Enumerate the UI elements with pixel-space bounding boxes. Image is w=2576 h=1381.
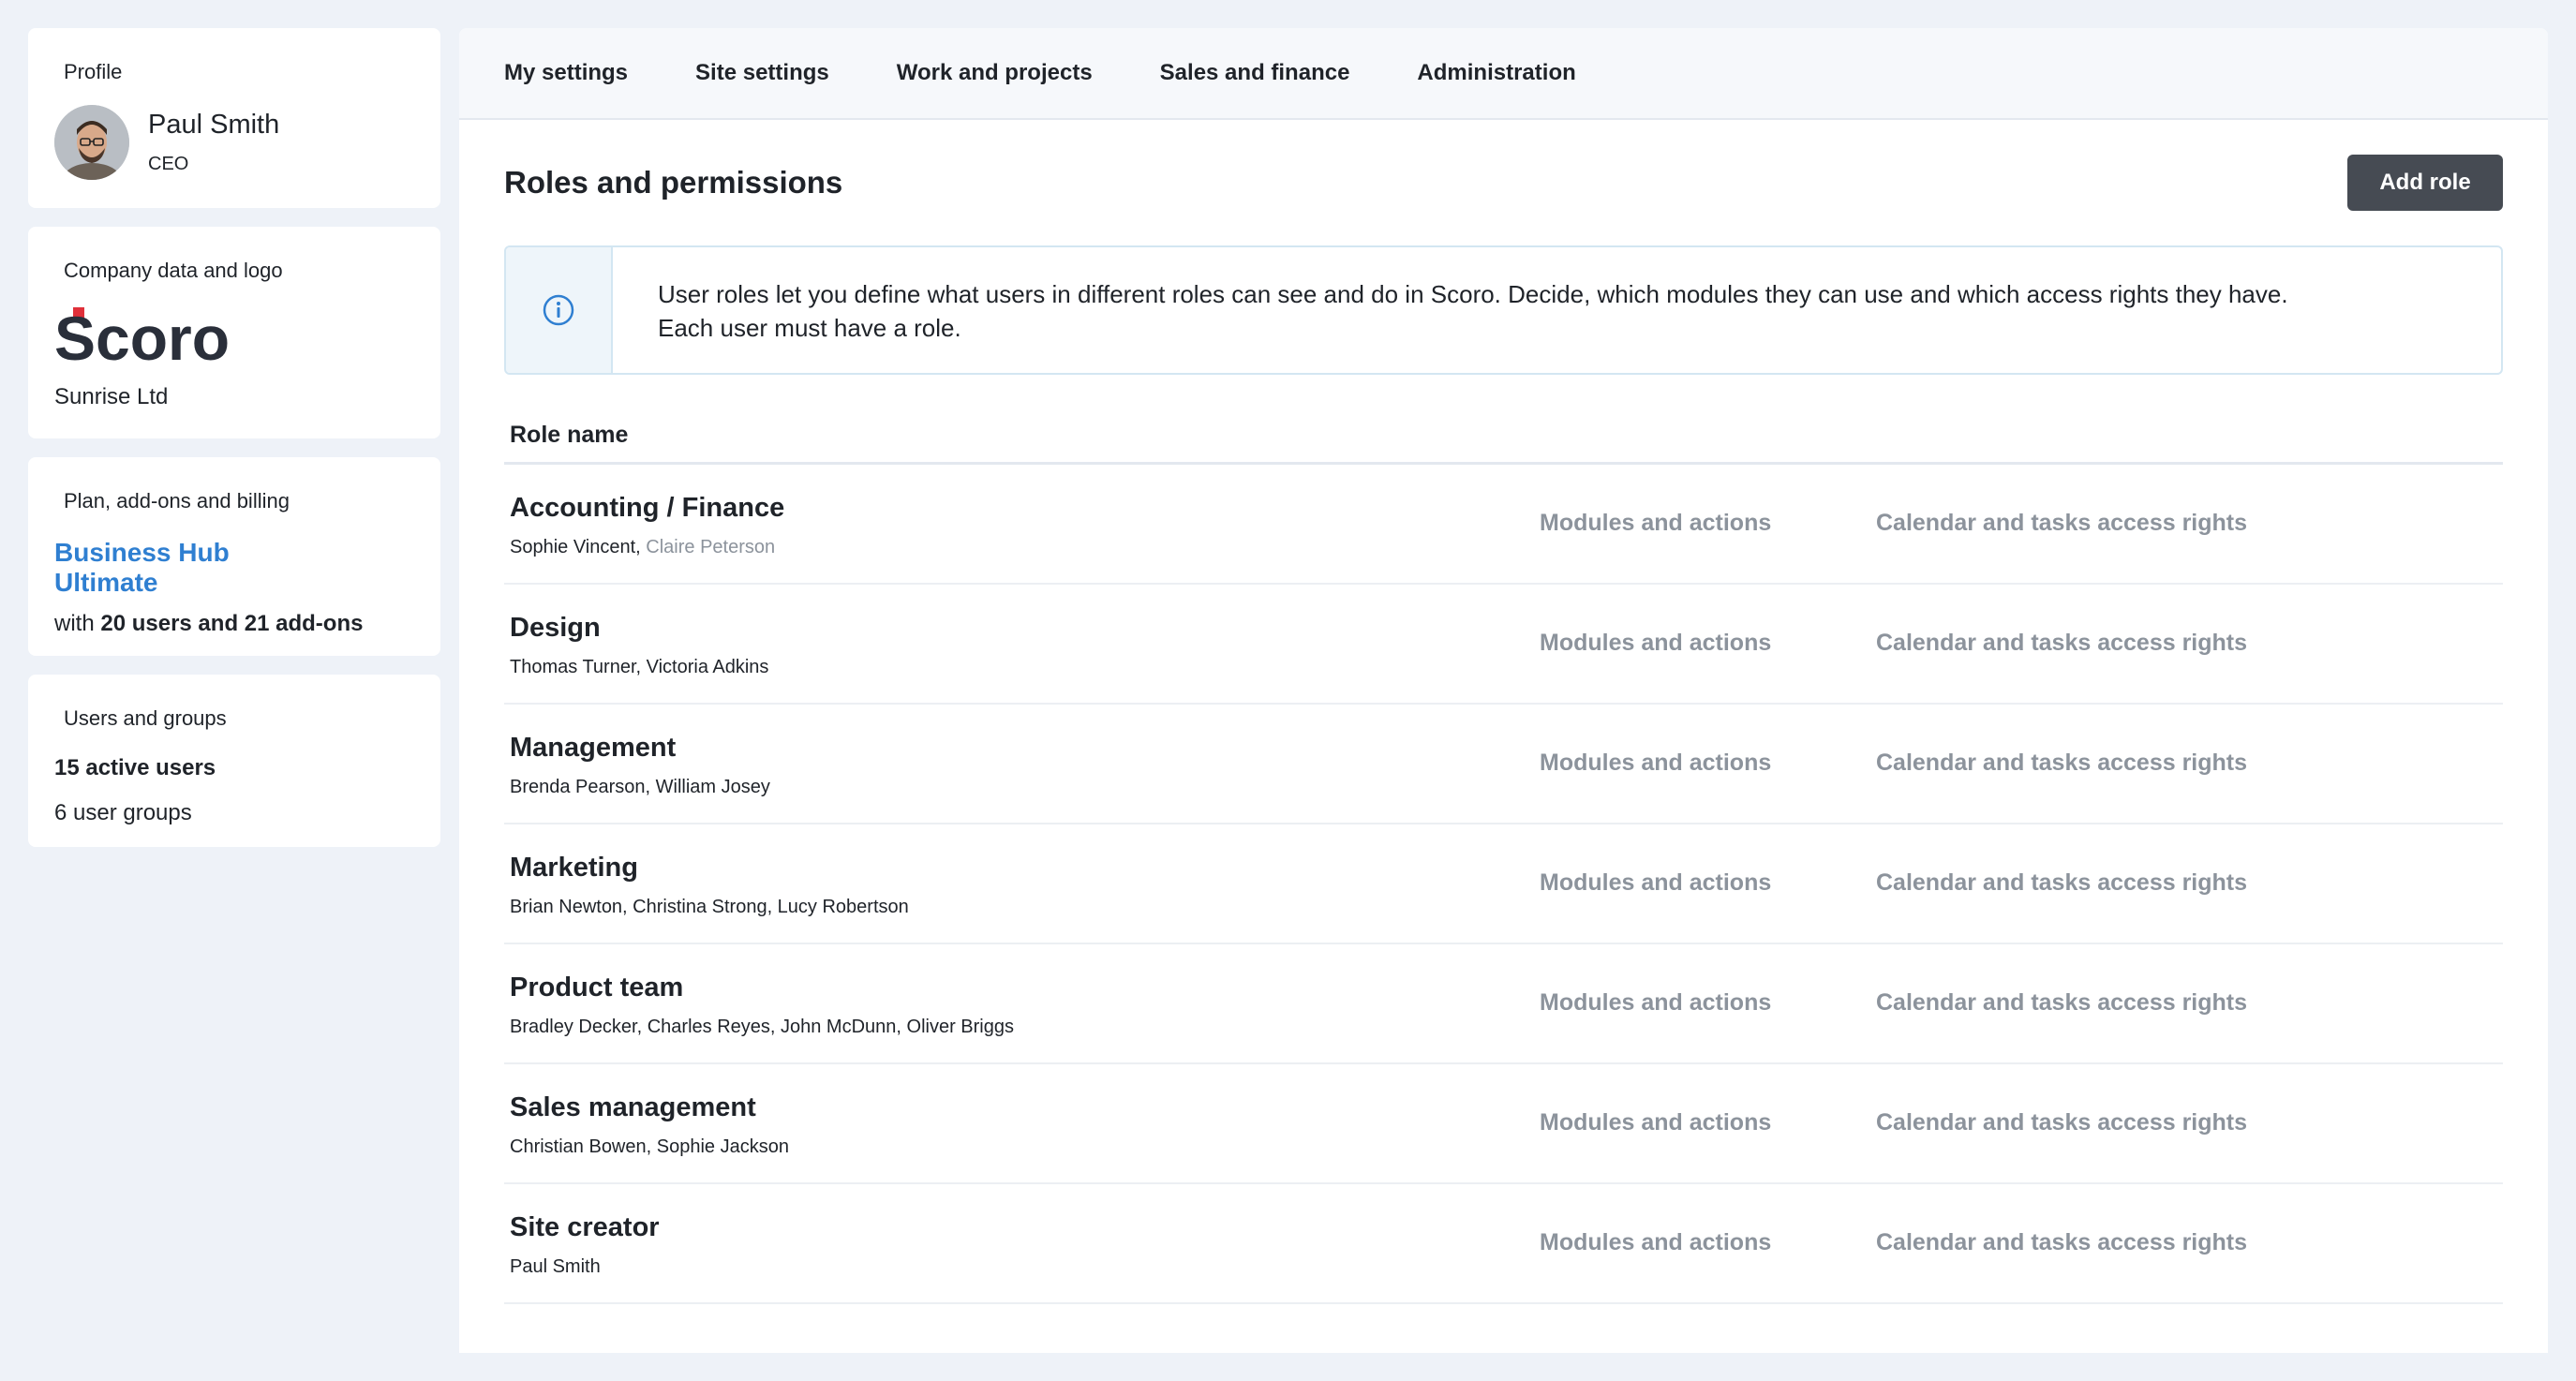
modules-and-actions-link[interactable]: Modules and actions [1540, 1109, 1771, 1136]
page-title: Roles and permissions [504, 165, 843, 200]
info-text: User roles let you define what users in … [613, 247, 2333, 373]
header-row: Roles and permissions Add role [504, 120, 2503, 236]
modules-and-actions-link[interactable]: Modules and actions [1540, 750, 1771, 777]
role-members: Brenda Pearson, William Josey [510, 777, 770, 797]
role-members-muted: Claire Peterson [646, 537, 776, 557]
avatar [54, 105, 129, 180]
users-card-title: Users and groups [64, 706, 227, 730]
role-members: Bradley Decker, Charles Reyes, John McDu… [510, 1017, 1014, 1037]
profile-card[interactable]: Profile Paul Smith CEO [28, 28, 440, 208]
role-members: Sophie Vincent, Claire Peterson [510, 537, 2503, 558]
role-members: Brian Newton, Christina Strong, Lucy Rob… [510, 897, 909, 917]
calendar-access-rights-link[interactable]: Calendar and tasks access rights [1876, 989, 2247, 1017]
table-row[interactable]: Site creator Paul Smith Modules and acti… [504, 1184, 2503, 1304]
roles-list: Accounting / Finance Sophie Vincent, Cla… [504, 465, 2503, 1304]
tab-site-settings[interactable]: Site settings [695, 60, 829, 86]
plan-detail: with 20 users and 21 add-ons [54, 611, 414, 637]
role-members: Thomas Turner, Victoria Adkins [510, 657, 769, 677]
table-row[interactable]: Design Thomas Turner, Victoria Adkins Mo… [504, 585, 2503, 705]
scoro-logo-icon: Scoro [54, 304, 230, 373]
settings-tabs: My settings Site settings Work and proje… [459, 28, 2548, 120]
profile-card-title: Profile [64, 60, 123, 83]
profile-text: Paul Smith CEO [148, 110, 279, 175]
avatar-photo-icon [54, 105, 129, 180]
info-icon-wrap [506, 247, 613, 373]
role-members-text: Sophie Vincent, [510, 537, 647, 557]
company-card[interactable]: Company data and logo Scoro Sunrise Ltd [28, 227, 440, 438]
calendar-access-rights-link[interactable]: Calendar and tasks access rights [1876, 630, 2247, 657]
calendar-access-rights-link[interactable]: Calendar and tasks access rights [1876, 510, 2247, 537]
role-members: Christian Bowen, Sophie Jackson [510, 1136, 789, 1157]
table-row[interactable]: Accounting / Finance Sophie Vincent, Cla… [504, 465, 2503, 585]
plan-card[interactable]: Plan, add-ons and billing Business Hub U… [28, 457, 440, 656]
plan-name-line1: Business Hub [54, 538, 230, 567]
user-groups-count: 6 user groups [54, 800, 192, 825]
calendar-access-rights-link[interactable]: Calendar and tasks access rights [1876, 869, 2247, 897]
modules-and-actions-link[interactable]: Modules and actions [1540, 989, 1771, 1017]
table-row[interactable]: Marketing Brian Newton, Christina Strong… [504, 824, 2503, 944]
modules-and-actions-link[interactable]: Modules and actions [1540, 510, 1771, 537]
table-row[interactable]: Product team Bradley Decker, Charles Rey… [504, 944, 2503, 1064]
info-icon [543, 294, 574, 326]
tab-work-and-projects[interactable]: Work and projects [897, 60, 1093, 86]
svg-text:Scoro: Scoro [54, 304, 230, 369]
main-panel: My settings Site settings Work and proje… [459, 28, 2548, 1353]
tab-my-settings[interactable]: My settings [504, 60, 628, 86]
info-text-line2: Each user must have a role. [658, 314, 961, 342]
company-card-title: Company data and logo [64, 259, 283, 282]
profile-name: Paul Smith [148, 110, 280, 140]
calendar-access-rights-link[interactable]: Calendar and tasks access rights [1876, 1109, 2247, 1136]
role-members: Paul Smith [510, 1256, 601, 1277]
info-box: User roles let you define what users in … [504, 245, 2503, 375]
company-name: Sunrise Ltd [54, 384, 169, 409]
tab-administration[interactable]: Administration [1417, 60, 1575, 86]
plan-name[interactable]: Business Hub Ultimate [54, 538, 298, 598]
sidebar: Profile Paul Smith CEO Company data and … [28, 28, 440, 866]
active-users-count: 15 active users [54, 755, 216, 780]
modules-and-actions-link[interactable]: Modules and actions [1540, 869, 1771, 897]
content: Roles and permissions Add role User role… [459, 120, 2548, 1304]
profile-row: Paul Smith CEO [54, 105, 414, 180]
table-row[interactable]: Management Brenda Pearson, William Josey… [504, 705, 2503, 824]
profile-role: CEO [148, 154, 189, 174]
modules-and-actions-link[interactable]: Modules and actions [1540, 1229, 1771, 1256]
plan-detail-prefix: with [54, 611, 101, 636]
users-card[interactable]: Users and groups 15 active users 6 user … [28, 675, 440, 847]
plan-detail-bold: 20 users and 21 add-ons [100, 611, 364, 636]
calendar-access-rights-link[interactable]: Calendar and tasks access rights [1876, 750, 2247, 777]
calendar-access-rights-link[interactable]: Calendar and tasks access rights [1876, 1229, 2247, 1256]
modules-and-actions-link[interactable]: Modules and actions [1540, 630, 1771, 657]
add-role-button[interactable]: Add role [2347, 155, 2503, 211]
plan-card-title: Plan, add-ons and billing [64, 489, 290, 512]
scoro-logo: Scoro [54, 304, 414, 373]
table-row[interactable]: Sales management Christian Bowen, Sophie… [504, 1064, 2503, 1184]
info-text-line1: User roles let you define what users in … [658, 280, 2288, 308]
column-header-role-name: Role name [504, 422, 2503, 465]
tab-sales-and-finance[interactable]: Sales and finance [1160, 60, 1350, 86]
plan-name-line2: Ultimate [54, 568, 158, 597]
